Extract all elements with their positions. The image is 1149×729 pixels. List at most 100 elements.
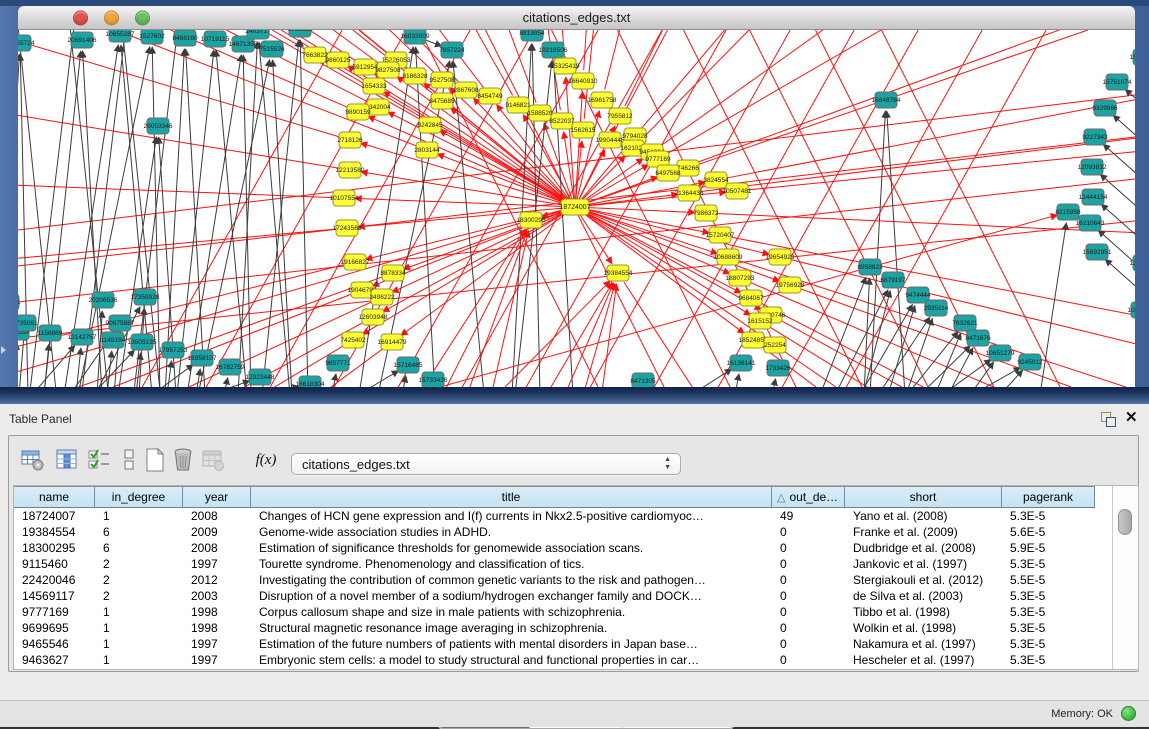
table-row[interactable]: 977716911998Corpus callosum shape and si… <box>14 604 1138 620</box>
graph-node[interactable]: 1654333 <box>361 78 387 94</box>
graph-node[interactable]: 9860125 <box>325 52 351 68</box>
table-row[interactable]: 1830029562008Estimation of significance … <box>14 540 1138 556</box>
memory-ok-indicator[interactable] <box>1121 706 1136 721</box>
graph-node[interactable]: 16618304 <box>296 376 325 387</box>
table-selector-dropdown[interactable]: citations_edges.txt ▲▼ <box>291 453 681 475</box>
graph-node[interactable]: 9890159 <box>345 104 371 120</box>
graph-node[interactable]: 10507481 <box>723 183 752 199</box>
column-header-in_degree[interactable]: in_degree <box>95 487 183 507</box>
graph-node[interactable]: 1065528 <box>287 30 313 37</box>
graph-node[interactable]: 15716485 <box>394 357 423 373</box>
table-row[interactable]: 946554611997Estimation of the future num… <box>14 636 1138 652</box>
graph-node[interactable]: 12444154 <box>1079 189 1108 205</box>
graph-node[interactable]: 7955812 <box>607 108 633 124</box>
graph-node[interactable]: 6879197 <box>880 272 906 288</box>
graph-node[interactable]: 2935114 <box>924 300 949 316</box>
graph-node[interactable]: 7857224 <box>439 42 465 58</box>
graph-node[interactable]: 16961758 <box>588 92 617 108</box>
graph-node[interactable]: 9827508 <box>375 62 401 78</box>
graph-node[interactable]: 1527602 <box>139 30 165 44</box>
function-builder-button[interactable]: f(x) <box>249 446 283 474</box>
table-row[interactable]: 1456911722003Disruption of a novel membe… <box>14 588 1138 604</box>
table-row[interactable]: 2242004622012Investigating the contribut… <box>14 572 1138 588</box>
column-header-title[interactable]: title <box>251 487 772 507</box>
graph-node[interactable]: 9245012 <box>1017 354 1043 370</box>
float-panel-button[interactable] <box>1100 411 1116 427</box>
graph-node[interactable]: 17243563 <box>333 220 362 236</box>
graph-node[interactable]: 3475685 <box>429 93 455 109</box>
graph-node[interactable]: 10651279 <box>986 345 1015 361</box>
graph-node[interactable]: 17359928 <box>131 289 160 305</box>
graph-node[interactable]: 17957253 <box>159 342 188 358</box>
delete-column-button[interactable] <box>169 446 197 474</box>
graph-node[interactable]: 15325419 <box>551 58 580 74</box>
graph-node[interactable]: 16033809 <box>401 30 430 44</box>
table-row[interactable]: 911546021997Tourette syndrome. Phenomeno… <box>14 556 1138 572</box>
graph-node[interactable]: 12923448 <box>246 369 275 385</box>
graph-node[interactable]: 2403717 <box>245 30 271 39</box>
graph-node[interactable]: 16914479 <box>378 334 407 350</box>
graph-node[interactable]: 16640910 <box>569 73 598 89</box>
graph-node[interactable]: 21364436 <box>675 185 704 201</box>
graph-node[interactable]: 7632621 <box>952 315 978 331</box>
graph-node[interactable]: 7425402 <box>340 332 366 348</box>
table-scrollbar-thumb[interactable] <box>1118 509 1132 535</box>
graph-node[interactable]: 2867608 <box>453 82 479 98</box>
show-columns-button[interactable] <box>53 446 81 474</box>
row-height-button[interactable] <box>115 446 143 474</box>
graph-node[interactable]: 16782759 <box>216 359 245 375</box>
graph-node[interactable]: 29053346 <box>144 118 173 134</box>
delete-table-button[interactable] <box>199 446 227 474</box>
graph-node[interactable]: 10688609 <box>714 249 743 265</box>
graph-node[interactable]: 1733426 <box>765 360 791 376</box>
graph-node[interactable]: 7663822 <box>302 47 328 63</box>
graph-node[interactable]: 9527508 <box>429 72 455 88</box>
graph-node[interactable]: 252254 <box>764 337 786 353</box>
graph-node[interactable]: 13505135 <box>128 334 157 350</box>
graph-node[interactable]: 19756928 <box>776 277 805 293</box>
graph-node[interactable]: 9684067 <box>738 290 764 306</box>
table-settings-button[interactable] <box>19 446 47 474</box>
graph-node[interactable]: 18724007 <box>559 199 590 215</box>
graph-node[interactable]: 9857771 <box>325 355 351 371</box>
close-panel-button[interactable]: ✕ <box>1125 408 1138 426</box>
graph-node[interactable]: 12213580 <box>336 162 365 178</box>
graph-node[interactable]: 2803144 <box>414 142 440 158</box>
network-canvas[interactable]: 2405572420691406106552871527602846616010… <box>18 30 1135 387</box>
graph-node[interactable]: 8813054 <box>519 30 545 41</box>
column-header-out_degree[interactable]: △out_de… <box>772 487 845 507</box>
graph-node[interactable]: 15692951 <box>1083 244 1112 260</box>
graph-node[interactable]: 10655287 <box>106 30 135 42</box>
graph-node[interactable]: 3824554 <box>703 172 729 188</box>
graph-node[interactable]: 15733426 <box>419 372 448 387</box>
graph-node[interactable]: 1145194 <box>101 332 126 348</box>
graph-node[interactable]: 8186328 <box>402 68 428 84</box>
column-header-short[interactable]: short <box>845 487 1002 507</box>
graph-node[interactable]: 15098321 <box>1130 49 1135 65</box>
graph-node[interactable]: 19166827 <box>341 254 370 270</box>
graph-node[interactable]: 19218506 <box>539 42 568 58</box>
table-scrollbar[interactable] <box>1112 486 1138 669</box>
graph-node[interactable]: 8471676 <box>965 330 991 346</box>
graph-node[interactable]: 3498222 <box>369 289 395 305</box>
graph-node[interactable]: 5912954 <box>352 59 378 75</box>
graph-node[interactable]: 6497568 <box>655 165 681 181</box>
graph-node[interactable]: 15720407 <box>706 227 735 243</box>
graph-node[interactable]: 10719115 <box>201 31 230 47</box>
graph-node[interactable]: 18300295 <box>517 212 546 228</box>
graph-node[interactable]: 2718126 <box>337 132 363 148</box>
graph-node[interactable]: 7986372 <box>693 205 719 221</box>
graph-node[interactable]: 8466160 <box>172 30 198 46</box>
graph-node[interactable]: 9329966 <box>1092 100 1118 116</box>
graph-node[interactable]: 1615152 <box>747 313 773 329</box>
graph-node[interactable]: 12603948 <box>359 309 388 325</box>
table-row[interactable]: 946362711997Embryonic stem cells: a mode… <box>14 652 1138 668</box>
graph-node[interactable]: 8215958 <box>1055 204 1081 220</box>
graph-node[interactable]: 8454749 <box>477 88 503 104</box>
graph-node[interactable]: 20206536 <box>89 292 118 308</box>
graph-node[interactable]: 7515526 <box>259 41 285 57</box>
graph-node[interactable]: 8878334 <box>380 265 406 281</box>
graph-node[interactable]: 8958923 <box>857 259 883 275</box>
graph-node[interactable]: 16210643 <box>1076 215 1105 231</box>
graph-node[interactable]: 16648784 <box>872 92 901 108</box>
